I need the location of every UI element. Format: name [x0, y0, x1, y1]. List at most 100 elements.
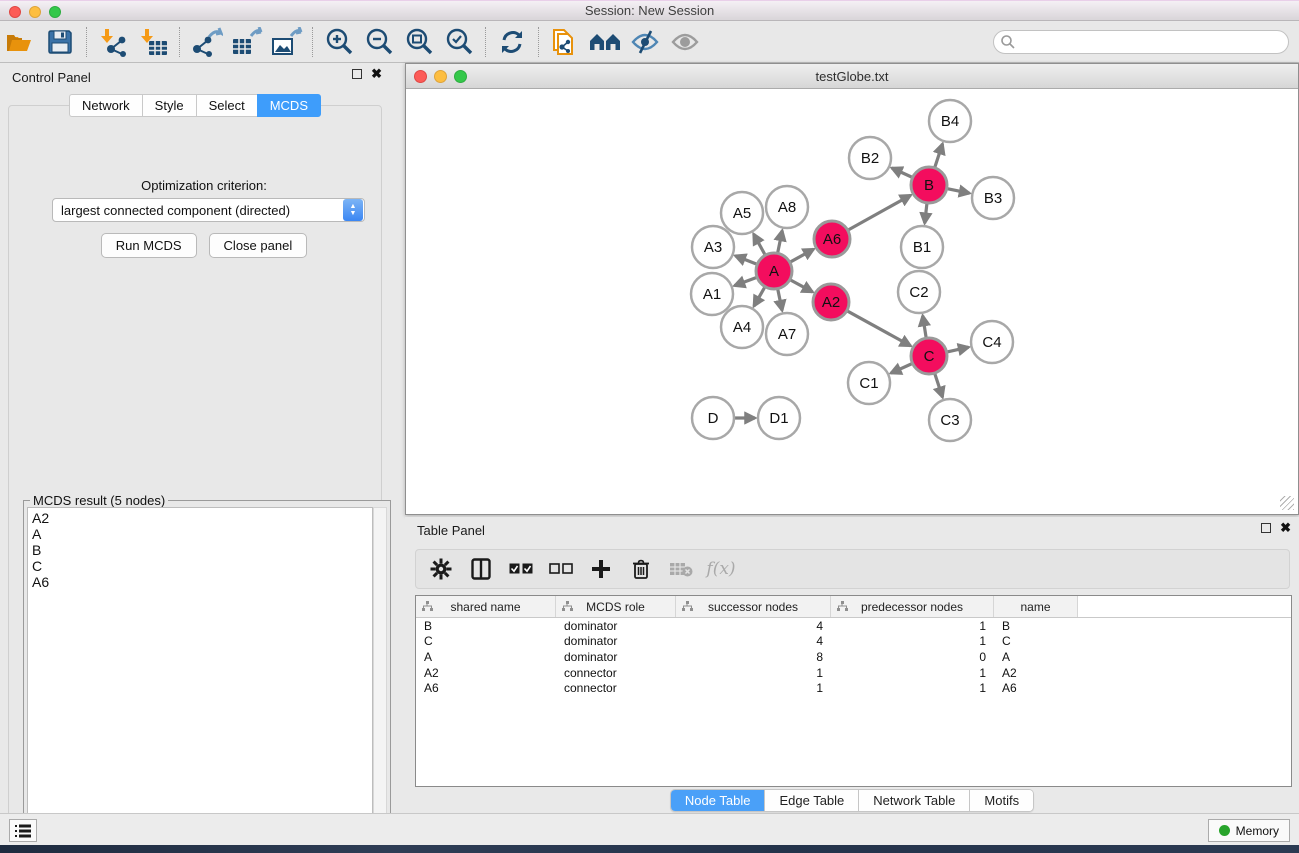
- table-cell[interactable]: A6: [416, 681, 556, 695]
- import-network-button[interactable]: [93, 24, 133, 60]
- table-row[interactable]: A2connector11A2: [416, 665, 1291, 681]
- graph-edge[interactable]: [923, 316, 927, 339]
- graph-edge[interactable]: [790, 249, 814, 262]
- column-header[interactable]: name: [994, 596, 1078, 617]
- table-row[interactable]: Adominator80A: [416, 649, 1291, 665]
- graph-edge[interactable]: [847, 311, 911, 346]
- select-all-checkboxes-button[interactable]: [508, 555, 534, 583]
- table-cell[interactable]: 1: [831, 681, 994, 695]
- table-cell[interactable]: A6: [994, 681, 1078, 695]
- column-header[interactable]: predecessor nodes: [831, 596, 994, 617]
- tab-network[interactable]: Network: [69, 94, 142, 117]
- float-panel-icon[interactable]: [352, 69, 362, 79]
- table-cell[interactable]: A2: [416, 666, 556, 680]
- network-minimize-button[interactable]: [434, 70, 447, 83]
- hide-graphics-button[interactable]: [625, 24, 665, 60]
- table-cell[interactable]: dominator: [556, 619, 676, 633]
- network-zoom-button[interactable]: [454, 70, 467, 83]
- search-field[interactable]: [993, 30, 1289, 54]
- clone-network-button[interactable]: [545, 24, 585, 60]
- add-column-button[interactable]: [588, 555, 614, 583]
- window-controls[interactable]: [9, 6, 61, 18]
- function-builder-button[interactable]: f(x): [708, 555, 734, 583]
- run-mcds-button[interactable]: Run MCDS: [101, 233, 197, 258]
- tab-select[interactable]: Select: [196, 94, 257, 117]
- table-cell[interactable]: connector: [556, 681, 676, 695]
- close-window-button[interactable]: [9, 6, 21, 18]
- graph-edge[interactable]: [778, 231, 783, 254]
- table-cell[interactable]: A: [994, 650, 1078, 664]
- table-cell[interactable]: 0: [831, 650, 994, 664]
- network-canvas[interactable]: B4B2BB3A8A5A6A3B1AA1C2A2A4A7C4CC1DD1C3: [408, 90, 1296, 512]
- import-table-button[interactable]: [133, 24, 173, 60]
- network-close-button[interactable]: [414, 70, 427, 83]
- zoom-fit-button[interactable]: [399, 24, 439, 60]
- float-table-panel-icon[interactable]: [1261, 523, 1271, 533]
- task-history-button[interactable]: [9, 819, 37, 842]
- column-header[interactable]: MCDS role: [556, 596, 676, 617]
- network-window-controls[interactable]: [414, 70, 467, 83]
- table-cell[interactable]: 1: [676, 666, 831, 680]
- deselect-all-checkboxes-button[interactable]: [548, 555, 574, 583]
- search-input[interactable]: [1016, 33, 1288, 51]
- zoom-out-button[interactable]: [359, 24, 399, 60]
- graph-edge[interactable]: [848, 195, 911, 230]
- table-cell[interactable]: 8: [676, 650, 831, 664]
- tab-edge-table[interactable]: Edge Table: [765, 790, 859, 811]
- zoom-selected-button[interactable]: [439, 24, 479, 60]
- table-cell[interactable]: dominator: [556, 650, 676, 664]
- export-network-button[interactable]: [186, 24, 226, 60]
- table-cell[interactable]: 1: [831, 619, 994, 633]
- table-cell[interactable]: 4: [676, 619, 831, 633]
- refresh-button[interactable]: [492, 24, 532, 60]
- table-cell[interactable]: B: [416, 619, 556, 633]
- graph-edge[interactable]: [735, 256, 757, 265]
- graph-edge[interactable]: [947, 189, 970, 194]
- graph-edge[interactable]: [947, 347, 969, 352]
- table-cell[interactable]: 1: [831, 666, 994, 680]
- table-cell[interactable]: A: [416, 650, 556, 664]
- table-cell[interactable]: 1: [831, 634, 994, 648]
- tab-mcds[interactable]: MCDS: [257, 94, 321, 117]
- result-scrollbar[interactable]: [373, 507, 387, 834]
- graph-edge[interactable]: [892, 168, 913, 178]
- tab-style[interactable]: Style: [142, 94, 196, 117]
- table-row[interactable]: Bdominator41B: [416, 618, 1291, 634]
- table-cell[interactable]: C: [994, 634, 1078, 648]
- delete-button[interactable]: [628, 555, 654, 583]
- tab-network-table[interactable]: Network Table: [859, 790, 970, 811]
- table-row[interactable]: Cdominator41C: [416, 634, 1291, 650]
- table-cell[interactable]: B: [994, 619, 1078, 633]
- close-table-panel-icon[interactable]: ✖: [1280, 523, 1291, 533]
- home-layout-button[interactable]: [585, 24, 625, 60]
- zoom-window-button[interactable]: [49, 6, 61, 18]
- result-item[interactable]: C: [32, 558, 368, 574]
- column-header[interactable]: successor nodes: [676, 596, 831, 617]
- column-header[interactable]: shared name: [416, 596, 556, 617]
- open-file-button[interactable]: [0, 24, 40, 60]
- network-window-titlebar[interactable]: testGlobe.txt: [406, 64, 1298, 89]
- graph-edge[interactable]: [925, 203, 927, 223]
- table-cell[interactable]: C: [416, 634, 556, 648]
- result-item[interactable]: B: [32, 542, 368, 558]
- zoom-in-button[interactable]: [319, 24, 359, 60]
- graph-edge[interactable]: [891, 363, 913, 373]
- graph-edge[interactable]: [778, 289, 783, 311]
- delete-table-button[interactable]: [668, 555, 694, 583]
- column-layout-button[interactable]: [468, 555, 494, 583]
- table-cell[interactable]: A2: [994, 666, 1078, 680]
- tab-node-table[interactable]: Node Table: [671, 790, 766, 811]
- table-row[interactable]: A6connector11A6: [416, 680, 1291, 696]
- node-table[interactable]: shared nameMCDS rolesuccessor nodesprede…: [415, 595, 1292, 787]
- graph-edge[interactable]: [935, 373, 943, 397]
- table-cell[interactable]: dominator: [556, 634, 676, 648]
- gear-button[interactable]: [428, 555, 454, 583]
- result-item[interactable]: A: [32, 526, 368, 542]
- mcds-result-list[interactable]: A2ABCA6: [27, 507, 373, 834]
- table-cell[interactable]: connector: [556, 666, 676, 680]
- resize-grip[interactable]: [1280, 496, 1294, 510]
- minimize-window-button[interactable]: [29, 6, 41, 18]
- export-image-button[interactable]: [266, 24, 306, 60]
- memory-button[interactable]: Memory: [1208, 819, 1290, 842]
- close-panel-button[interactable]: Close panel: [209, 233, 308, 258]
